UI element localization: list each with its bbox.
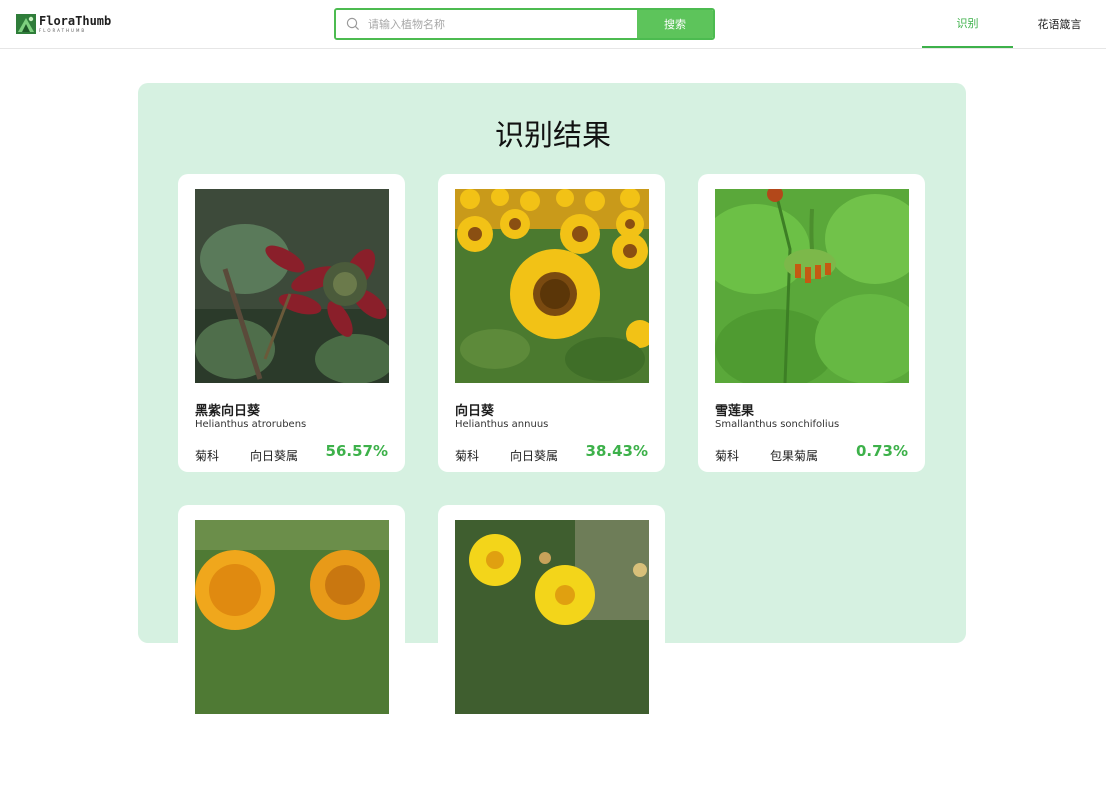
nav-tab-identify[interactable]: 识别 xyxy=(922,0,1013,48)
logo[interactable]: FloraThumb FLORATHUMB xyxy=(16,14,111,34)
plant-name-cn: 向日葵 xyxy=(455,404,495,419)
plant-genus: 向日葵属 xyxy=(250,449,299,463)
main-nav: 识别 花语箴言 xyxy=(922,0,1106,48)
leaf-logo-icon xyxy=(16,14,36,34)
logo-subtitle: FLORATHUMB xyxy=(39,28,87,33)
plant-family: 菊科 xyxy=(195,449,220,463)
plant-genus: 包果菊属 xyxy=(770,449,819,463)
search-button[interactable]: 搜索 xyxy=(637,10,713,38)
plant-name-cn: 黑紫向日葵 xyxy=(195,404,261,419)
nav-tab-flower-language[interactable]: 花语箴言 xyxy=(1013,0,1106,48)
plant-photo-yellow-daisy xyxy=(455,520,649,714)
top-bar: FloraThumb FLORATHUMB 搜索 识别 花语箴言 xyxy=(0,0,1106,49)
search-input[interactable] xyxy=(366,16,630,32)
plant-photo-sunflower xyxy=(455,189,649,383)
plant-name-cn: 雪莲果 xyxy=(715,404,755,419)
result-card[interactable]: 雪莲果 Smallanthus sonchifolius 菊科 包果菊属 0.7… xyxy=(698,174,925,472)
confidence-score: 0.73% xyxy=(855,442,908,460)
plant-photo-yacon xyxy=(715,189,909,383)
logo-name: FloraThumb xyxy=(39,14,112,28)
plant-name-latin: Helianthus atrorubens xyxy=(195,419,307,430)
result-card[interactable]: 黑紫向日葵 Helianthus atrorubens 菊科 向日葵属 56.5… xyxy=(178,174,405,472)
search-bar: 搜索 xyxy=(334,8,715,40)
plant-photo-dark-sunflower xyxy=(195,189,389,383)
confidence-score: 56.57% xyxy=(325,442,388,460)
search-field[interactable] xyxy=(336,10,637,38)
result-card[interactable] xyxy=(178,505,405,803)
plant-name-latin: Helianthus annuus xyxy=(455,419,549,430)
plant-genus: 向日葵属 xyxy=(510,449,559,463)
result-card[interactable]: 向日葵 Helianthus annuus 菊科 向日葵属 38.43% xyxy=(438,174,665,472)
confidence-score: 38.43% xyxy=(585,442,648,460)
plant-photo-double-sunflower xyxy=(195,520,389,714)
plant-name-latin: Smallanthus sonchifolius xyxy=(715,419,840,430)
plant-family: 菊科 xyxy=(455,449,480,463)
plant-family: 菊科 xyxy=(715,449,740,463)
result-card[interactable] xyxy=(438,505,665,803)
search-icon xyxy=(346,17,360,31)
results-title: 识别结果 xyxy=(494,118,611,152)
